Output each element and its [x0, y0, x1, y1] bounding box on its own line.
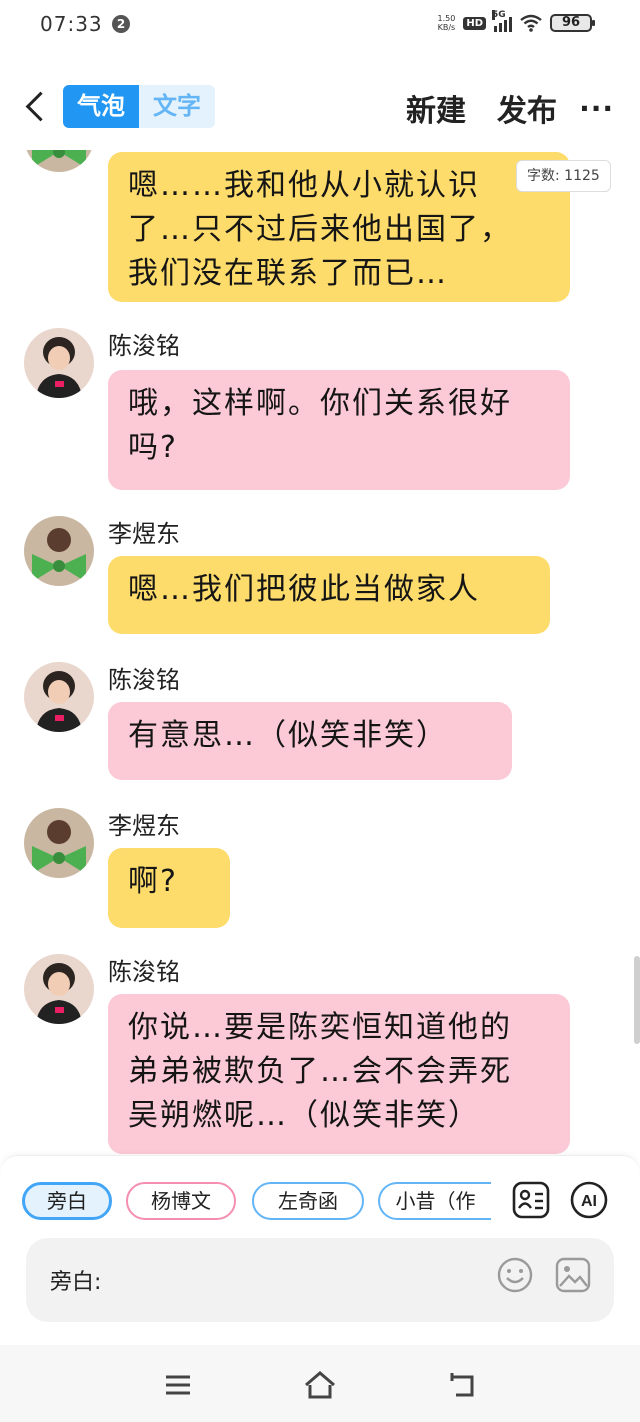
image-icon[interactable]	[554, 1256, 592, 1294]
message-line: 了…只不过后来他出国了，	[128, 212, 512, 247]
message-line: 哦，这样啊。你们关系很好	[128, 386, 512, 421]
boy-avatar-icon	[24, 954, 94, 1024]
message-line: 我们没在联系了而已…	[128, 256, 448, 291]
message-line: 吴朔燃呢…（似笑非笑）	[128, 1098, 480, 1133]
avatar[interactable]	[24, 954, 94, 1024]
avatar[interactable]	[24, 516, 94, 586]
new-button[interactable]: 新建	[406, 86, 466, 130]
wifi-icon	[520, 14, 542, 32]
message-bubble[interactable]: 有意思…（似笑非笑）	[108, 702, 512, 780]
ai-icon[interactable]: AI	[569, 1180, 609, 1220]
cellular-signal-icon: 5G	[492, 10, 512, 32]
status-time: 07:33	[40, 12, 103, 36]
system-nav-bar	[0, 1345, 640, 1422]
status-icons: 1.50 KB/s HD 5G 96	[438, 10, 595, 32]
scrollbar-thumb[interactable]	[634, 956, 640, 1044]
avatar[interactable]	[24, 328, 94, 398]
tab-bubble-mode[interactable]: 气泡	[63, 85, 139, 128]
network-type: 5G	[492, 10, 506, 20]
battery-icon: 96	[550, 14, 595, 32]
notification-badge: 2	[112, 15, 130, 33]
message-bubble[interactable]: 你说…要是陈奕恒知道他的 弟弟被欺负了…会不会弄死 吴朔燃呢…（似笑非笑）	[108, 994, 570, 1154]
message-bubble[interactable]: 嗯……我和他从小就认识 了…只不过后来他出国了， 我们没在联系了而已…	[108, 152, 570, 302]
network-speed: 1.50 KB/s	[438, 14, 456, 32]
back-button[interactable]	[20, 90, 50, 126]
message-line: 吗?	[128, 430, 178, 465]
sender-name: 陈浚铭	[108, 332, 180, 360]
message-line: 嗯…我们把彼此当做家人	[128, 572, 480, 607]
sender-name: 李煜东	[108, 520, 180, 548]
more-options-button[interactable]: ···	[579, 92, 614, 125]
network-speed-value: 1.50	[437, 14, 456, 23]
role-chip[interactable]: 左奇函	[252, 1182, 364, 1220]
status-bar: 07:33 2 1.50 KB/s HD 5G 96	[0, 0, 640, 52]
avatar[interactable]	[24, 662, 94, 732]
input-role-label: 旁白:	[50, 1270, 102, 1295]
sender-name: 陈浚铭	[108, 958, 180, 986]
message-input[interactable]: 旁白:	[26, 1238, 614, 1322]
chat-area[interactable]: 嗯……我和他从小就认识 了…只不过后来他出国了， 我们没在联系了而已… 陈浚铭 …	[0, 150, 640, 1156]
message-line: 你说…要是陈奕恒知道他的	[128, 1010, 512, 1045]
boy-avatar-icon	[24, 662, 94, 732]
emoji-icon[interactable]	[496, 1256, 534, 1294]
role-chip[interactable]: 小昔（作	[378, 1182, 491, 1220]
sender-name: 李煜东	[108, 812, 180, 840]
boy-avatar-icon	[24, 328, 94, 398]
message-bubble[interactable]: 嗯…我们把彼此当做家人	[108, 556, 550, 634]
word-count-value: 1125	[564, 168, 600, 184]
avatar[interactable]	[24, 150, 94, 172]
menu-icon[interactable]	[160, 1367, 196, 1403]
word-count-badge: 字数: 1125	[516, 160, 611, 192]
tab-text-mode[interactable]: 文字	[139, 85, 215, 128]
mode-toggle: 气泡 文字	[63, 85, 215, 128]
svg-text:AI: AI	[581, 1193, 597, 1210]
green-bow-avatar-icon	[24, 808, 94, 878]
home-icon[interactable]	[302, 1367, 338, 1403]
message-bubble[interactable]: 哦，这样啊。你们关系很好 吗?	[108, 370, 570, 490]
green-bow-avatar-icon	[24, 150, 94, 172]
back-nav-icon[interactable]	[444, 1367, 480, 1403]
publish-button[interactable]: 发布	[497, 86, 557, 130]
word-count-label: 字数:	[527, 168, 560, 184]
role-card-icon[interactable]	[511, 1180, 551, 1220]
message-line: 啊?	[128, 864, 178, 899]
role-chip[interactable]: 杨博文	[126, 1182, 236, 1220]
message-line: 有意思…（似笑非笑）	[128, 718, 448, 753]
hd-icon: HD	[463, 16, 486, 30]
app-header: 气泡 文字 新建 发布 ···	[0, 80, 640, 136]
composer-panel: 旁白 杨博文 左奇函 小昔（作 AI 旁白:	[0, 1155, 640, 1343]
green-bow-avatar-icon	[24, 516, 94, 586]
message-bubble[interactable]: 啊?	[108, 848, 230, 928]
message-line: 嗯……我和他从小就认识	[128, 168, 480, 203]
sender-name: 陈浚铭	[108, 666, 180, 694]
message-line: 弟弟被欺负了…会不会弄死	[128, 1054, 512, 1089]
role-chip-narrator[interactable]: 旁白	[22, 1182, 112, 1220]
network-speed-unit: KB/s	[437, 23, 456, 32]
avatar[interactable]	[24, 808, 94, 878]
